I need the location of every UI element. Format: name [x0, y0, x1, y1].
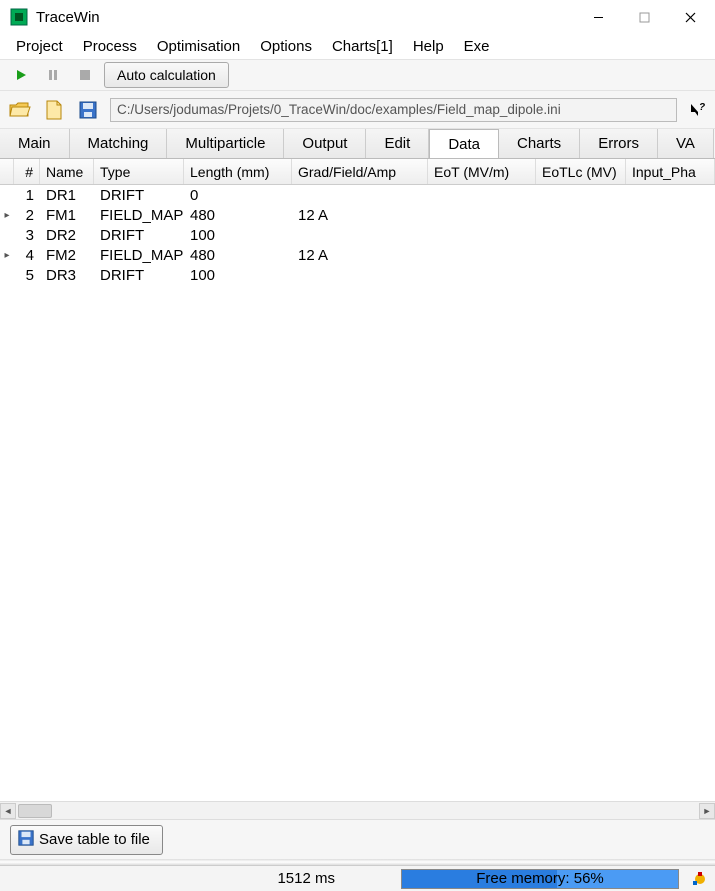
status-time: 1512 ms [0, 870, 395, 887]
path-bar: C:/Users/jodumas/Projets/0_TraceWin/doc/… [0, 91, 715, 129]
cell-name: FM1 [40, 207, 94, 224]
col-input-phase[interactable]: Input_Pha [626, 159, 715, 184]
col-expand [0, 159, 14, 184]
cell-type: DRIFT [94, 227, 184, 244]
table-row[interactable]: ▸2FM1FIELD_MAP48012 A [0, 205, 715, 225]
scroll-left-arrow[interactable]: ◄ [0, 803, 16, 819]
stop-button[interactable] [72, 63, 98, 87]
status-corner-icon[interactable] [685, 871, 715, 887]
menu-project[interactable]: Project [6, 36, 73, 57]
cell-length: 480 [184, 247, 292, 264]
close-button[interactable] [667, 2, 713, 32]
title-bar: TraceWin [0, 0, 715, 34]
cell-name: DR2 [40, 227, 94, 244]
project-path-field[interactable]: C:/Users/jodumas/Projets/0_TraceWin/doc/… [110, 98, 677, 122]
data-table: # Name Type Length (mm) Grad/Field/Amp E… [0, 159, 715, 819]
save-table-button[interactable]: Save table to file [10, 825, 163, 855]
col-length[interactable]: Length (mm) [184, 159, 292, 184]
scroll-thumb[interactable] [18, 804, 52, 818]
tab-edit[interactable]: Edit [366, 129, 429, 158]
col-num[interactable]: # [14, 159, 40, 184]
app-icon [10, 8, 28, 26]
table-row[interactable]: 5DR3DRIFT100 [0, 265, 715, 285]
menu-optimisation[interactable]: Optimisation [147, 36, 250, 57]
tab-va[interactable]: VA [658, 129, 714, 158]
save-icon [17, 829, 35, 851]
tab-data[interactable]: Data [429, 129, 499, 159]
col-type[interactable]: Type [94, 159, 184, 184]
window-title: TraceWin [36, 9, 100, 26]
cell-gfa: 12 A [292, 207, 428, 224]
expand-toggle[interactable]: ▸ [0, 250, 14, 261]
table-row[interactable]: 1DR1DRIFT0 [0, 185, 715, 205]
tab-main[interactable]: Main [0, 129, 70, 158]
svg-text:?: ? [699, 102, 705, 113]
col-name[interactable]: Name [40, 159, 94, 184]
menu-process[interactable]: Process [73, 36, 147, 57]
cell-num: 3 [14, 227, 40, 244]
cell-name: DR3 [40, 267, 94, 284]
cell-type: DRIFT [94, 187, 184, 204]
scroll-right-arrow[interactable]: ► [699, 803, 715, 819]
table-body: 1DR1DRIFT0▸2FM1FIELD_MAP48012 A3DR2DRIFT… [0, 185, 715, 801]
maximize-button[interactable] [621, 2, 667, 32]
auto-calculation-button[interactable]: Auto calculation [104, 62, 229, 88]
new-file-icon[interactable] [42, 99, 66, 121]
memory-bar: Free memory: 56% [401, 869, 679, 889]
tab-errors[interactable]: Errors [580, 129, 658, 158]
menu-exe[interactable]: Exe [454, 36, 500, 57]
open-folder-icon[interactable] [8, 99, 32, 121]
tab-charts[interactable]: Charts [499, 129, 580, 158]
table-row[interactable]: ▸4FM2FIELD_MAP48012 A [0, 245, 715, 265]
save-icon[interactable] [76, 99, 100, 121]
cell-num: 1 [14, 187, 40, 204]
menu-help[interactable]: Help [403, 36, 454, 57]
memory-label: Free memory: 56% [476, 870, 604, 887]
pause-button[interactable] [40, 63, 66, 87]
menu-charts[interactable]: Charts[1] [322, 36, 403, 57]
horizontal-scrollbar[interactable]: ◄ ► [0, 801, 715, 819]
play-button[interactable] [8, 63, 34, 87]
table-row[interactable]: 3DR2DRIFT100 [0, 225, 715, 245]
cell-length: 100 [184, 267, 292, 284]
cell-num: 2 [14, 207, 40, 224]
cell-num: 4 [14, 247, 40, 264]
col-gfa[interactable]: Grad/Field/Amp [292, 159, 428, 184]
context-help-icon[interactable]: ? [687, 102, 707, 118]
menu-options[interactable]: Options [250, 36, 322, 57]
cell-name: DR1 [40, 187, 94, 204]
save-row: Save table to file [0, 819, 715, 859]
cell-name: FM2 [40, 247, 94, 264]
cell-length: 100 [184, 227, 292, 244]
status-bar: 1512 ms Free memory: 56% [0, 865, 715, 891]
menu-bar: Project Process Optimisation Options Cha… [0, 34, 715, 59]
cell-gfa: 12 A [292, 247, 428, 264]
cell-length: 480 [184, 207, 292, 224]
col-eot[interactable]: EoT (MV/m) [428, 159, 536, 184]
cell-type: DRIFT [94, 267, 184, 284]
cell-num: 5 [14, 267, 40, 284]
tab-output[interactable]: Output [284, 129, 366, 158]
save-table-label: Save table to file [39, 831, 150, 848]
toolbar: Auto calculation [0, 59, 715, 91]
table-header: # Name Type Length (mm) Grad/Field/Amp E… [0, 159, 715, 185]
expand-toggle[interactable]: ▸ [0, 210, 14, 221]
minimize-button[interactable] [575, 2, 621, 32]
tab-matching[interactable]: Matching [70, 129, 168, 158]
col-eotlc[interactable]: EoTLc (MV) [536, 159, 626, 184]
tab-multiparticle[interactable]: Multiparticle [167, 129, 284, 158]
cell-length: 0 [184, 187, 292, 204]
cell-type: FIELD_MAP [94, 207, 184, 224]
cell-type: FIELD_MAP [94, 247, 184, 264]
tab-bar: Main Matching Multiparticle Output Edit … [0, 129, 715, 159]
